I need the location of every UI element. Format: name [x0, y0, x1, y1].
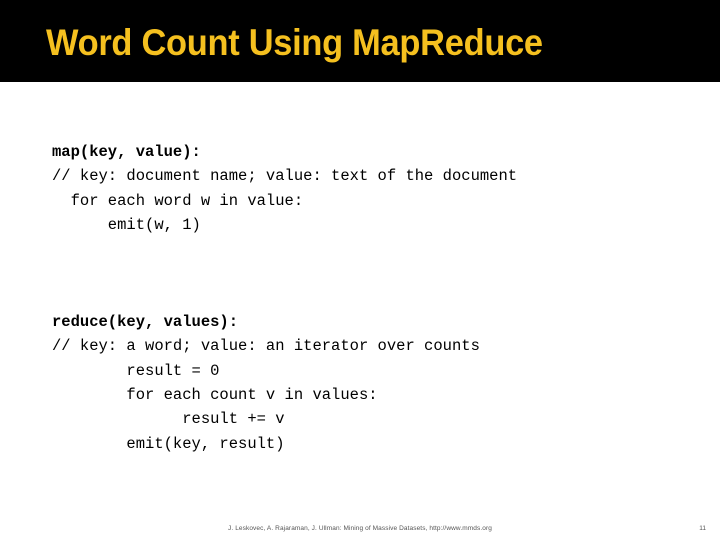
page-title: Word Count Using MapReduce — [46, 22, 543, 63]
code-line: // key: a word; value: an iterator over … — [52, 337, 480, 356]
code-line: result = 0 — [52, 361, 220, 380]
footer-citation: J. Leskovec, A. Rajaraman, J. Ullman: Mi… — [228, 525, 492, 532]
slide: Word Count Using MapReduce map(key, valu… — [0, 0, 720, 540]
code-line: // key: document name; value: text of th… — [52, 167, 518, 186]
code-line: for each word w in value: — [52, 191, 304, 210]
code-line: map(key, value): — [52, 143, 201, 161]
code-line: emit(key, result) — [52, 434, 285, 453]
title-band: Word Count Using MapReduce — [0, 0, 720, 82]
code-line: reduce(key, values): — [52, 313, 239, 332]
footer: J. Leskovec, A. Rajaraman, J. Ullman: Mi… — [0, 525, 720, 540]
code-line: result += v — [52, 410, 285, 429]
code-line: emit(w, 1) — [52, 215, 201, 234]
code-block: map(key, value): // key: document name; v… — [52, 140, 692, 456]
page-number: 11 — [699, 525, 706, 532]
code-line: for each count v in values: — [52, 385, 378, 404]
